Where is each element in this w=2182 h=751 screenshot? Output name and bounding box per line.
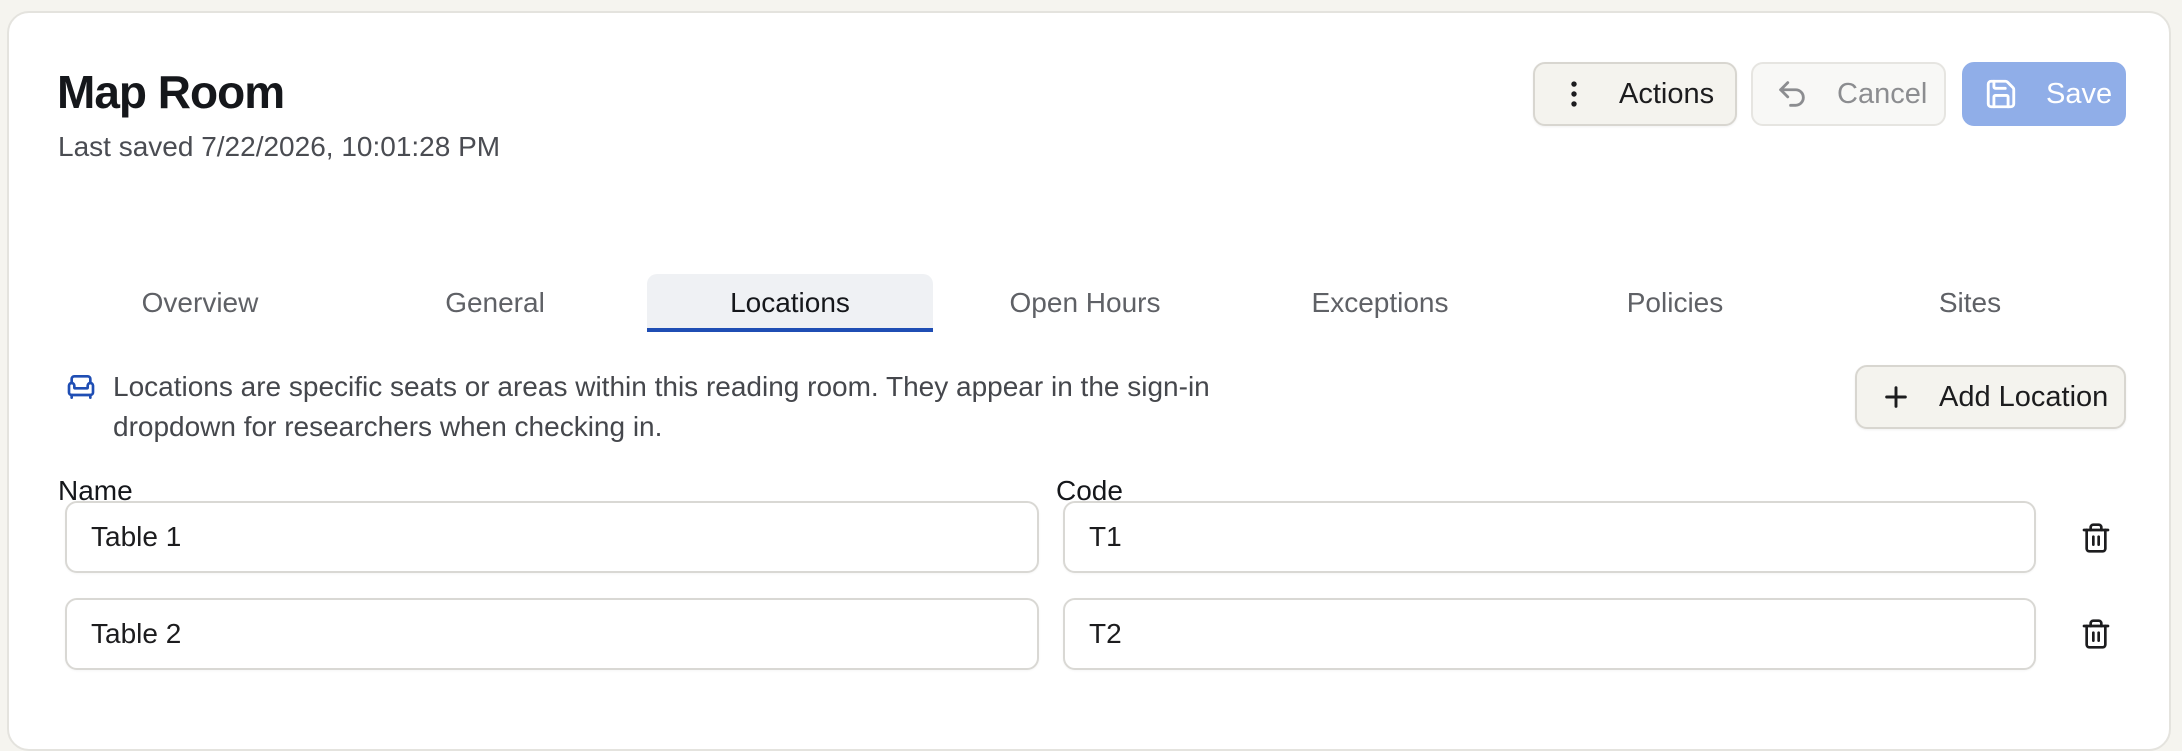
location-name-input[interactable]: Table 1 xyxy=(65,501,1039,573)
tab-label: Policies xyxy=(1626,287,1724,318)
tab-label: Overview xyxy=(141,287,259,318)
more-vertical-icon xyxy=(1557,77,1591,111)
tab-overview[interactable]: Overview xyxy=(57,274,343,332)
location-code-input[interactable]: T2 xyxy=(1063,598,2036,670)
tab-policies[interactable]: Policies xyxy=(1532,274,1818,332)
trash-icon[interactable] xyxy=(2079,521,2113,555)
location-code-input[interactable]: T1 xyxy=(1063,501,2036,573)
tab-label: Locations xyxy=(730,287,850,318)
actions-button[interactable]: Actions xyxy=(1533,62,1737,126)
add-location-label: Add Location xyxy=(1939,380,2109,413)
floppy-disk-icon xyxy=(1984,77,2018,111)
add-location-button[interactable]: Add Location xyxy=(1855,365,2126,429)
tab-label: Sites xyxy=(1938,287,2002,318)
save-button[interactable]: Save xyxy=(1962,62,2126,126)
tab-sites[interactable]: Sites xyxy=(1827,274,2113,332)
locations-info-text: Locations are specific seats or areas wi… xyxy=(113,371,1210,442)
tab-open-hours[interactable]: Open Hours xyxy=(942,274,1228,332)
page-title: Map Room xyxy=(57,66,285,118)
tab-exceptions[interactable]: Exceptions xyxy=(1237,274,1523,332)
cancel-button-label: Cancel xyxy=(1837,77,1928,110)
armchair-icon xyxy=(65,371,97,403)
location-name-input[interactable]: Table 2 xyxy=(65,598,1039,670)
tab-general[interactable]: General xyxy=(352,274,638,332)
cancel-button[interactable]: Cancel xyxy=(1751,62,1946,126)
last-saved-timestamp: Last saved 7/22/2026, 10:01:28 PM xyxy=(58,131,501,162)
save-button-label: Save xyxy=(2046,77,2113,110)
tab-locations[interactable]: Locations xyxy=(647,274,933,332)
undo-icon xyxy=(1775,77,1809,111)
trash-icon[interactable] xyxy=(2079,617,2113,651)
tab-label: Open Hours xyxy=(1009,287,1161,318)
plus-icon xyxy=(1879,380,1913,414)
actions-button-label: Actions xyxy=(1619,77,1715,110)
reading-room-editor-card: Map Room Last saved 7/22/2026, 10:01:28 … xyxy=(7,11,2171,751)
locations-info: Locations are specific seats or areas wi… xyxy=(65,367,1265,447)
tab-label: General xyxy=(445,287,545,318)
tab-label: Exceptions xyxy=(1311,287,1449,318)
tab-bar: Overview General Locations Open Hours Ex… xyxy=(57,274,2125,332)
